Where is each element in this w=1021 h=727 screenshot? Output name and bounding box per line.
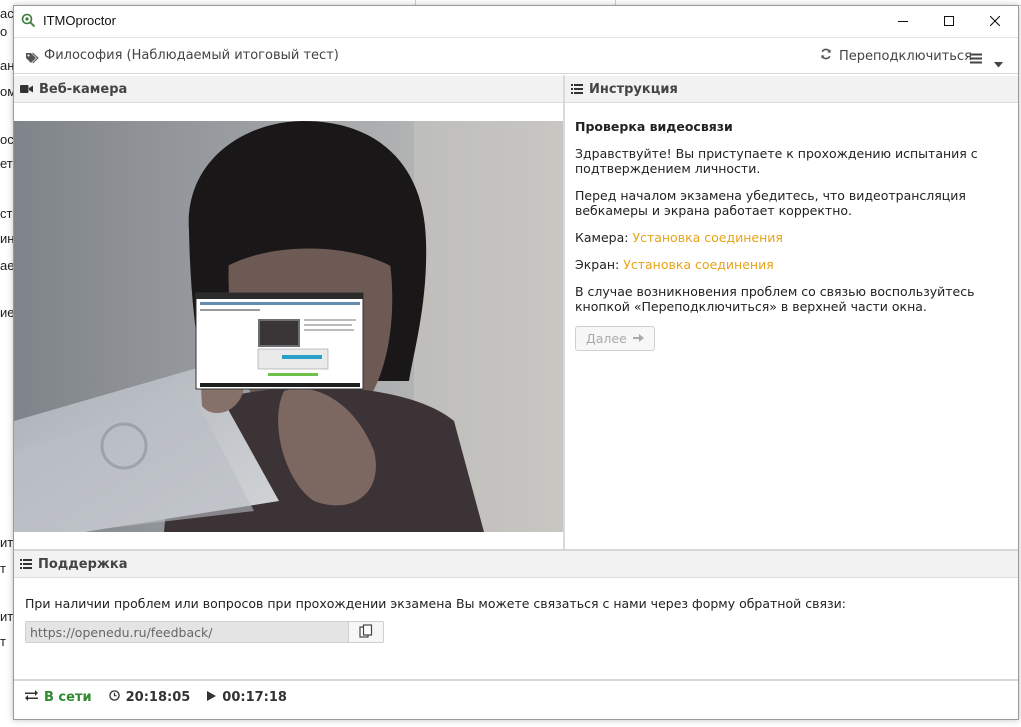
background-text: ом [0, 84, 14, 99]
instructions-panel-header: Инструкция [565, 76, 1018, 103]
list-icon [571, 84, 583, 94]
background-text: т [0, 561, 6, 576]
refresh-icon [820, 48, 832, 64]
greeting-text: Здравствуйте! Вы приступаете к прохожден… [575, 146, 978, 176]
screen-status-line: Экран: Установка соединения [575, 257, 1005, 272]
status-bar: В сети 20:18:05 00:17:18 [25, 690, 287, 705]
support-text: При наличии проблем или вопросов при про… [25, 596, 846, 611]
background-text: ете [0, 156, 14, 171]
app-logo-icon [21, 13, 36, 28]
next-button[interactable]: Далее [575, 326, 655, 351]
title-bar: ITMOproctor [14, 6, 1018, 36]
background-text: ин [0, 231, 14, 246]
elapsed-time: 00:17:18 [207, 690, 287, 705]
close-button[interactable] [972, 6, 1018, 36]
background-text: ие [0, 305, 14, 320]
instructions-panel-title: Инструкция [589, 81, 678, 97]
trouble-text: В случае возникновения проблем со связью… [575, 284, 975, 314]
current-time: 20:18:05 [108, 690, 191, 705]
camera-status-link[interactable]: Установка соединения [632, 230, 782, 245]
exam-toolbar: Философия (Наблюдаемый итоговый тест) Пе… [14, 37, 1018, 74]
proctor-window: ITMOproctor Философия (Наблюдаемый итого… [13, 5, 1019, 720]
next-button-label: Далее [586, 331, 627, 346]
window-title: ITMOproctor [43, 13, 116, 28]
instructions-content: Проверка видеосвязи Здравствуйте! Вы при… [575, 119, 1005, 351]
support-panel-header: Поддержка [14, 551, 1018, 578]
camera-status-line: Камера: Установка соединения [575, 230, 1005, 245]
webcam-frame-image [14, 121, 563, 532]
menu-icon[interactable] [970, 49, 982, 68]
background-text: ст [0, 206, 13, 221]
screen-label: Экран: [575, 257, 620, 272]
background-window: ас о ан ом ос ете ст ин ает ие ит т ит т [0, 0, 14, 727]
maximize-button[interactable] [926, 6, 972, 36]
elapsed-value: 00:17:18 [222, 690, 287, 705]
arrow-right-icon [632, 331, 644, 346]
online-label: В сети [44, 690, 92, 705]
tags-icon [25, 49, 39, 68]
background-text: о [0, 24, 8, 39]
exchange-icon [25, 690, 38, 705]
instructions-heading: Проверка видеосвязи [575, 119, 733, 134]
minimize-button[interactable] [880, 6, 926, 36]
background-text: ит [0, 535, 14, 550]
reconnect-button[interactable]: Переподключиться [820, 48, 972, 64]
screen-status-link[interactable]: Установка соединения [623, 257, 773, 272]
check-text: Перед началом экзамена убедитесь, что ви… [575, 188, 966, 218]
background-text: ан [0, 58, 14, 73]
video-camera-icon [20, 84, 33, 94]
background-text: ает [0, 258, 14, 273]
clock-icon [108, 690, 120, 705]
panel-divider [563, 75, 565, 550]
feedback-url-input[interactable] [26, 622, 349, 642]
webcam-video [14, 121, 563, 532]
webcam-panel-header: Веб-камера [14, 76, 563, 103]
connection-status: В сети [25, 690, 92, 705]
background-text: ас [0, 6, 14, 21]
list-icon [20, 559, 32, 569]
status-divider [14, 679, 1018, 681]
webcam-panel-title: Веб-камера [39, 81, 128, 97]
camera-label: Камера: [575, 230, 629, 245]
support-panel-title: Поддержка [38, 556, 128, 572]
background-text: ос [0, 132, 14, 147]
reconnect-label: Переподключиться [839, 48, 972, 64]
background-text: т [0, 634, 6, 649]
play-icon [207, 690, 217, 705]
clock-value: 20:18:05 [125, 690, 191, 705]
copy-icon [359, 623, 373, 642]
feedback-field [25, 621, 384, 643]
copy-button[interactable] [348, 622, 383, 642]
exam-title: Философия (Наблюдаемый итоговый тест) [44, 48, 339, 63]
caret-down-icon[interactable] [994, 53, 1003, 72]
background-text: ит [0, 609, 14, 624]
